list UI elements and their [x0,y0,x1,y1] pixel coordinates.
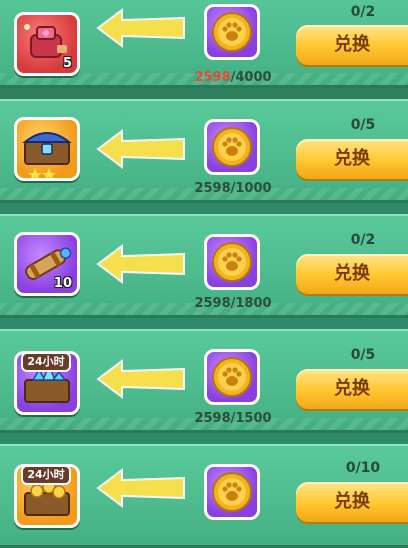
cost-currency-slot [204,464,260,520]
cost-progress: 2598/1500 [194,411,272,426]
reward-quantity: 5 [62,56,72,71]
duration-tag: 24小时 [21,465,71,485]
exchange-row: 24小时 2598/1500 0/5 兑换 [0,329,408,433]
exchange-limit: 0/5 [350,347,376,363]
reward-item-treasure-chest[interactable] [14,117,80,181]
exchange-row: 10 2598/1800 0/2 兑换 [0,214,408,318]
exchange-button[interactable]: 兑换 [296,254,408,294]
cost-required: 4000 [235,70,272,85]
cost-owned: 2598 [194,181,231,196]
exchange-button[interactable]: 兑换 [296,25,408,65]
cost-progress: 2598/1000 [194,181,272,196]
reward-item-gold-crate[interactable]: 24小时 [14,464,80,528]
cost-required: 1500 [235,411,272,426]
paw-coin-icon [212,12,252,52]
arrow-left-icon [96,468,185,508]
arrow-left-icon [96,8,185,48]
treasure-chest-icon [22,132,72,178]
exchange-button[interactable]: 兑换 [296,482,408,522]
cost-required: 1800 [235,296,272,311]
paw-coin-icon [212,127,252,167]
exchange-row: 2598/1000 0/5 兑换 [0,99,408,203]
reward-item-scroll-cannon[interactable]: 10 [14,232,80,296]
arrow-left-icon [96,244,185,284]
reward-item-red-gem-box[interactable]: 5 [14,12,80,76]
reward-item-diamond-crate[interactable]: 24小时 [14,351,80,415]
paw-coin-icon [212,357,252,397]
arrow-left-icon [96,129,185,169]
cost-currency-slot [204,349,260,405]
paw-coin-icon [212,242,252,282]
cost-currency-slot [204,234,260,290]
cost-progress: 2598/4000 [194,70,272,85]
reward-quantity: 10 [53,276,72,291]
exchange-button[interactable]: 兑换 [296,139,408,179]
duration-tag: 24小时 [21,352,71,372]
cost-progress: 2598/1800 [194,296,272,311]
cost-currency-slot [204,4,260,60]
exchange-row: 5 2598/4000 0/2 兑换 [0,0,408,88]
exchange-button[interactable]: 兑换 [296,369,408,409]
exchange-limit: 0/2 [350,232,376,248]
exchange-limit: 0/2 [350,4,376,20]
exchange-limit: 0/5 [350,117,376,133]
cost-required: 1000 [235,181,272,196]
paw-coin-icon [212,472,252,512]
cost-currency-slot [204,119,260,175]
arrow-left-icon [96,359,185,399]
exchange-row: 24小时 0/10 兑换 [0,444,408,548]
cost-owned: 2598 [194,296,231,311]
cost-owned: 2598 [194,70,231,85]
cost-owned: 2598 [194,411,231,426]
exchange-limit: 0/10 [345,460,381,476]
